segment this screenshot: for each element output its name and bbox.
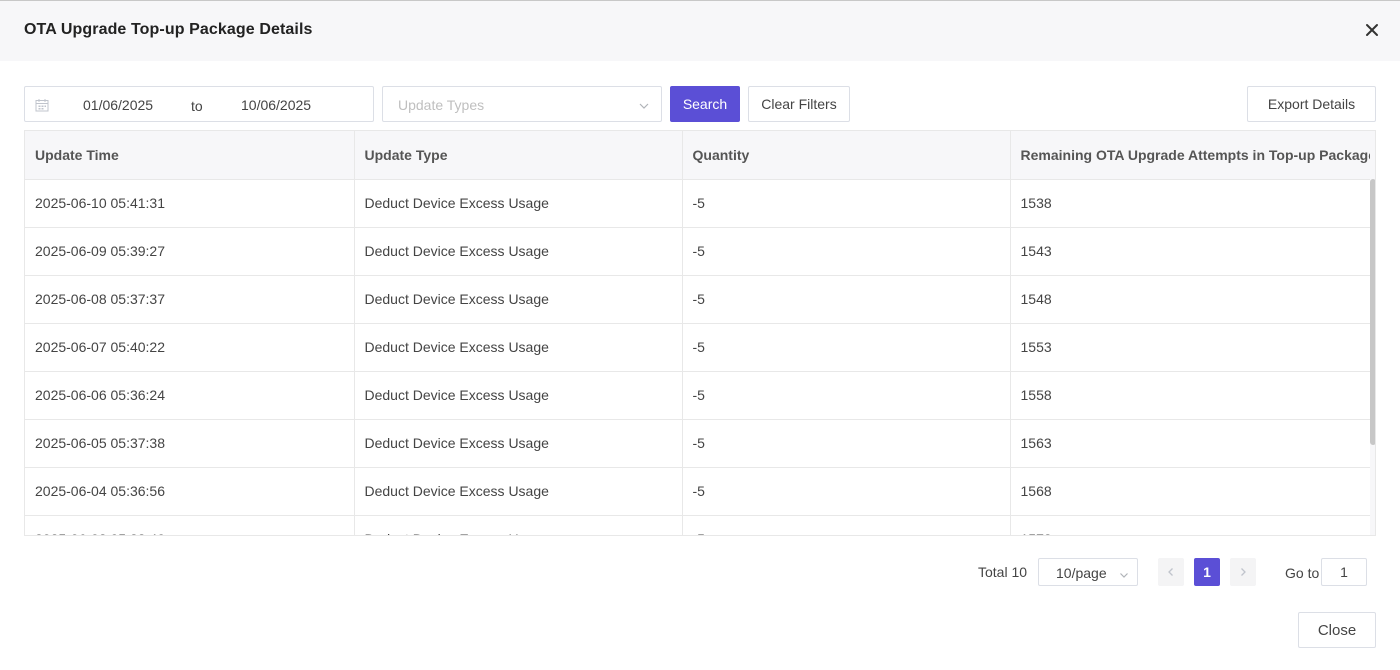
details-dialog: OTA Upgrade Top-up Package Details 01/06… xyxy=(0,0,1400,670)
table-cell: 2025-06-05 05:37:38 xyxy=(25,419,355,468)
prev-page-button[interactable] xyxy=(1158,558,1184,586)
table-cell: 1558 xyxy=(1010,371,1370,420)
chevron-left-icon xyxy=(1168,568,1173,576)
close-button[interactable]: Close xyxy=(1298,612,1376,648)
table-cell: 1573 xyxy=(1010,515,1370,535)
search-button[interactable]: Search xyxy=(670,86,740,122)
table-row: 2025-06-09 05:39:27 Deduct Device Excess… xyxy=(25,227,1370,276)
chevron-down-icon xyxy=(638,99,650,111)
table-cell: 2025-06-08 05:37:37 xyxy=(25,275,355,324)
table-cell: -5 xyxy=(682,371,1011,420)
table-scrollbar-thumb[interactable] xyxy=(1370,179,1375,445)
table-cell: Deduct Device Excess Usage xyxy=(354,179,683,228)
table-cell: Deduct Device Excess Usage xyxy=(354,419,683,468)
date-separator: to xyxy=(191,98,203,114)
table-cell: 2025-06-07 05:40:22 xyxy=(25,323,355,372)
table-cell: -5 xyxy=(682,323,1011,372)
table-row: 2025-06-07 05:40:22 Deduct Device Excess… xyxy=(25,323,1370,372)
table-cell: -5 xyxy=(682,515,1011,535)
table-cell: -5 xyxy=(682,179,1011,228)
details-table: Update Time Update Type Quantity Remaini… xyxy=(24,130,1376,536)
page-size-select[interactable]: 10/page xyxy=(1038,558,1138,586)
table-row: 2025-06-05 05:37:38 Deduct Device Excess… xyxy=(25,419,1370,468)
table-cell: Deduct Device Excess Usage xyxy=(354,227,683,276)
update-types-placeholder: Update Types xyxy=(398,97,485,113)
table-cell: 1538 xyxy=(1010,179,1370,228)
goto-page-input[interactable] xyxy=(1321,558,1367,586)
table-row: 2025-06-10 05:41:31 Deduct Device Excess… xyxy=(25,179,1370,228)
dialog-header: OTA Upgrade Top-up Package Details xyxy=(0,1,1400,61)
calendar-icon xyxy=(35,98,49,112)
goto-label: Go to xyxy=(1285,565,1320,581)
total-count: Total 10 xyxy=(978,564,1028,580)
table-cell: Deduct Device Excess Usage xyxy=(354,515,683,535)
dialog-title: OTA Upgrade Top-up Package Details xyxy=(24,21,313,38)
table-cell: 2025-06-06 05:36:24 xyxy=(25,371,355,420)
table-cell: Deduct Device Excess Usage xyxy=(354,275,683,324)
update-types-select[interactable]: Update Types xyxy=(382,86,662,122)
next-page-button[interactable] xyxy=(1230,558,1256,586)
table-cell: -5 xyxy=(682,419,1011,468)
table-cell: -5 xyxy=(682,467,1011,516)
table-row: 2025-06-03 05:38:40 Deduct Device Excess… xyxy=(25,515,1370,535)
date-range-picker[interactable]: 01/06/2025 to 10/06/2025 xyxy=(24,86,374,122)
column-header: Update Time xyxy=(25,131,355,180)
table-cell: 2025-06-03 05:38:40 xyxy=(25,515,355,535)
table-cell: Deduct Device Excess Usage xyxy=(354,371,683,420)
column-header: Quantity xyxy=(682,131,1011,180)
export-details-button[interactable]: Export Details xyxy=(1247,86,1376,122)
table-cell: 2025-06-04 05:36:56 xyxy=(25,467,355,516)
table-row: 2025-06-04 05:36:56 Deduct Device Excess… xyxy=(25,467,1370,516)
table-cell: 1548 xyxy=(1010,275,1370,324)
chevron-right-icon xyxy=(1241,568,1246,576)
column-header: Update Type xyxy=(354,131,683,180)
table-cell: 1568 xyxy=(1010,467,1370,516)
clear-filters-button[interactable]: Clear Filters xyxy=(748,86,850,122)
page-size-value: 10/page xyxy=(1056,565,1107,581)
table-row: 2025-06-06 05:36:24 Deduct Device Excess… xyxy=(25,371,1370,420)
start-date-input[interactable]: 01/06/2025 xyxy=(83,97,153,113)
table-cell: 2025-06-10 05:41:31 xyxy=(25,179,355,228)
column-header: Remaining OTA Upgrade Attempts in Top-up… xyxy=(1010,131,1370,180)
table-cell: Deduct Device Excess Usage xyxy=(354,323,683,372)
table-row: 2025-06-08 05:37:37 Deduct Device Excess… xyxy=(25,275,1370,324)
table-cell: 1563 xyxy=(1010,419,1370,468)
end-date-input[interactable]: 10/06/2025 xyxy=(241,97,311,113)
close-icon[interactable] xyxy=(1362,20,1382,40)
table-cell: -5 xyxy=(682,227,1011,276)
table-cell: 2025-06-09 05:39:27 xyxy=(25,227,355,276)
table-cell: -5 xyxy=(682,275,1011,324)
table-header-row: Update Time Update Type Quantity Remaini… xyxy=(25,131,1370,180)
page-number-button[interactable]: 1 xyxy=(1194,558,1220,586)
chevron-down-icon xyxy=(1119,567,1129,578)
table-cell: 1553 xyxy=(1010,323,1370,372)
table-cell: Deduct Device Excess Usage xyxy=(354,467,683,516)
table-cell: 1543 xyxy=(1010,227,1370,276)
